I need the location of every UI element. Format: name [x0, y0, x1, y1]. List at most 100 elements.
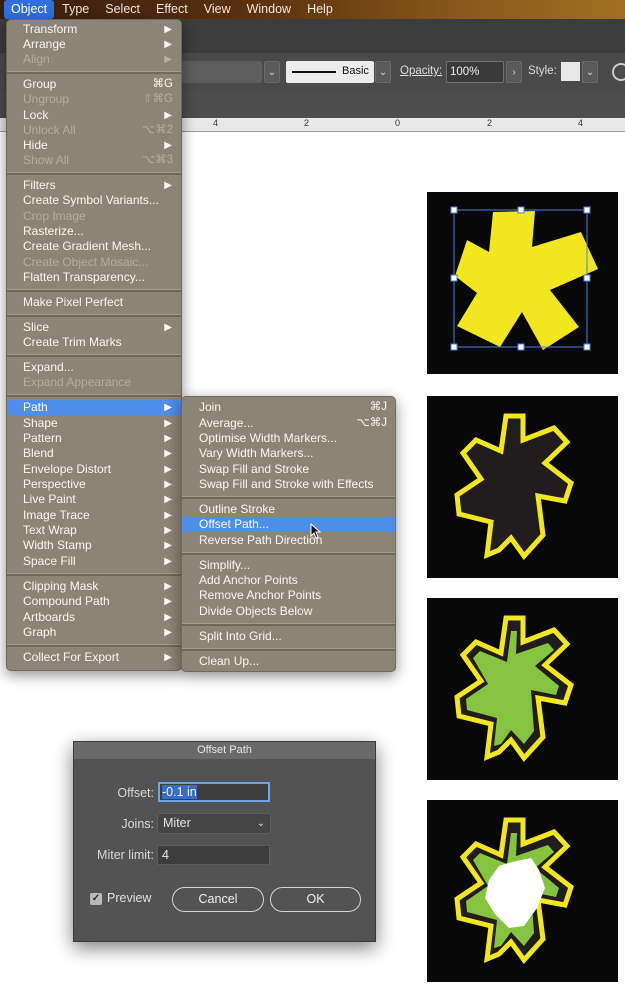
- menubar-help[interactable]: Help: [299, 0, 341, 19]
- menu-item-label: Rasterize...: [23, 224, 84, 238]
- menu-item-blend[interactable]: Blend ▶: [7, 446, 181, 461]
- submenu-arrow-icon: ▶: [164, 110, 172, 121]
- menu-item-vary-width-markers[interactable]: Vary Width Markers...: [182, 446, 395, 461]
- menu-item-compound-path[interactable]: Compound Path ▶: [7, 594, 181, 609]
- menu-item-label: Ungroup: [23, 92, 70, 106]
- preview-label[interactable]: Preview: [107, 891, 151, 905]
- menu-item-label: Unlock All: [23, 123, 76, 137]
- gear-artboard-result: [427, 800, 618, 982]
- menu-item-create-symbol-variants[interactable]: Create Symbol Variants...: [7, 193, 181, 208]
- menu-item-space-fill[interactable]: Space Fill ▶: [7, 554, 181, 569]
- path-submenu: Join ⌘J Average... ⌥⌘J Optimise Width Mark…: [181, 396, 396, 672]
- joins-select[interactable]: Miter ⌄: [157, 813, 271, 834]
- ok-button[interactable]: OK: [270, 887, 361, 912]
- menu-item-outline-stroke[interactable]: Outline Stroke: [182, 502, 395, 517]
- menu-item-optimise-width-markers[interactable]: Optimise Width Markers...: [182, 431, 395, 446]
- menu-item-label: Slice: [23, 320, 50, 334]
- menu-item-label: Show All: [23, 153, 70, 167]
- menu-item-hide[interactable]: Hide ▶: [7, 138, 181, 153]
- menu-item-text-wrap[interactable]: Text Wrap ▶: [7, 523, 181, 538]
- ruler-tick: 4: [213, 118, 219, 128]
- opacity-input[interactable]: 100%: [446, 61, 504, 83]
- menu-item-collect-for-export[interactable]: Collect For Export ▶: [7, 650, 181, 665]
- menu-item-clipping-mask[interactable]: Clipping Mask ▶: [7, 579, 181, 594]
- menu-separator: [7, 314, 181, 317]
- menu-item-add-anchor-points[interactable]: Add Anchor Points: [182, 573, 395, 588]
- menu-item-offset-path[interactable]: Offset Path...: [182, 517, 395, 532]
- menu-item-width-stamp[interactable]: Width Stamp ▶: [7, 538, 181, 553]
- menu-item-filters[interactable]: Filters ▶: [7, 178, 181, 193]
- menubar-select[interactable]: Select: [97, 0, 148, 19]
- menubar-type[interactable]: Type: [54, 0, 97, 19]
- offset-label: Offset:: [117, 786, 154, 800]
- menu-item-join[interactable]: Join ⌘J: [182, 400, 395, 415]
- stroke-weight-dropdown[interactable]: ⌄: [264, 61, 280, 83]
- menu-item-slice[interactable]: Slice ▶: [7, 320, 181, 335]
- menu-item-image-trace[interactable]: Image Trace ▶: [7, 508, 181, 523]
- menu-item-graph[interactable]: Graph ▶: [7, 625, 181, 640]
- menubar-view[interactable]: View: [196, 0, 239, 19]
- mouse-pointer-icon: [310, 523, 322, 539]
- shortcut-label: ⌥⌘J: [356, 417, 387, 429]
- style-dropdown[interactable]: ⌄: [582, 61, 598, 83]
- menu-item-align: Align ▶: [7, 52, 181, 67]
- menu-item-label: Width Stamp: [23, 538, 92, 552]
- menu-item-swap-fill-stroke[interactable]: Swap Fill and Stroke: [182, 462, 395, 477]
- menu-item-shape[interactable]: Shape ▶: [7, 416, 181, 431]
- offset-input[interactable]: -0.1 in: [158, 782, 270, 802]
- cancel-button[interactable]: Cancel: [172, 887, 264, 912]
- menu-item-remove-anchor-points[interactable]: Remove Anchor Points: [182, 588, 395, 603]
- menu-item-artboards[interactable]: Artboards ▶: [7, 610, 181, 625]
- menu-item-transform[interactable]: Transform ▶: [7, 22, 181, 37]
- submenu-arrow-icon: ▶: [164, 322, 172, 333]
- stroke-style-label: Basic: [342, 65, 369, 77]
- menubar-window[interactable]: Window: [239, 0, 299, 19]
- menu-item-envelope-distort[interactable]: Envelope Distort ▶: [7, 462, 181, 477]
- menu-item-split-into-grid[interactable]: Split Into Grid...: [182, 629, 395, 644]
- menu-item-clean-up[interactable]: Clean Up...: [182, 654, 395, 669]
- menubar-effect[interactable]: Effect: [148, 0, 196, 19]
- menu-item-pattern[interactable]: Pattern ▶: [7, 431, 181, 446]
- menu-item-label: Swap Fill and Stroke: [199, 462, 310, 476]
- gear-artboard-selected[interactable]: [427, 192, 618, 374]
- menu-item-simplify[interactable]: Simplify...: [182, 558, 395, 573]
- menu-item-label: Create Symbol Variants...: [23, 193, 159, 207]
- opacity-label[interactable]: Opacity:: [400, 65, 442, 77]
- menu-item-create-gradient-mesh[interactable]: Create Gradient Mesh...: [7, 239, 181, 254]
- stroke-style-dropdown[interactable]: ⌄: [375, 61, 391, 83]
- menu-item-path[interactable]: Path ▶: [7, 400, 181, 415]
- miter-limit-input[interactable]: 4: [157, 845, 270, 865]
- menu-item-rasterize[interactable]: Rasterize...: [7, 224, 181, 239]
- yellow-gear-shape[interactable]: [455, 211, 598, 350]
- menu-separator: [182, 552, 395, 555]
- preview-checkbox[interactable]: ✓: [90, 893, 102, 905]
- menu-item-expand[interactable]: Expand...: [7, 360, 181, 375]
- menu-item-lock[interactable]: Lock ▶: [7, 108, 181, 123]
- globe-icon[interactable]: [612, 63, 625, 81]
- ruler-tick: 0: [395, 118, 401, 128]
- menubar-object[interactable]: Object: [4, 0, 55, 19]
- menu-separator: [7, 71, 181, 74]
- menu-item-average[interactable]: Average... ⌥⌘J: [182, 416, 395, 431]
- menu-item-label: Align: [23, 52, 50, 66]
- stroke-style-picker[interactable]: Basic: [286, 61, 374, 83]
- menu-item-flatten-transparency[interactable]: Flatten Transparency...: [7, 270, 181, 285]
- shortcut-label: ⌘G: [152, 78, 173, 90]
- menu-item-divide-objects-below[interactable]: Divide Objects Below: [182, 604, 395, 619]
- submenu-arrow-icon: ▶: [164, 612, 172, 623]
- menu-item-label: Shape: [23, 416, 58, 430]
- menu-item-swap-fill-stroke-effects[interactable]: Swap Fill and Stroke with Effects: [182, 477, 395, 492]
- menu-item-live-paint[interactable]: Live Paint ▶: [7, 492, 181, 507]
- menu-item-perspective[interactable]: Perspective ▶: [7, 477, 181, 492]
- style-swatch[interactable]: [561, 62, 580, 81]
- menu-item-make-pixel-perfect[interactable]: Make Pixel Perfect: [7, 295, 181, 310]
- gear-outline-shape[interactable]: [454, 413, 574, 560]
- menu-item-arrange[interactable]: Arrange ▶: [7, 37, 181, 52]
- shortcut-label: ⇧⌘G: [142, 93, 173, 105]
- menu-separator: [182, 496, 395, 499]
- menu-item-reverse-path-direction[interactable]: Reverse Path Direction: [182, 533, 395, 548]
- stroke-weight-field[interactable]: [178, 61, 262, 83]
- menu-item-group[interactable]: Group ⌘G: [7, 77, 181, 92]
- menu-item-create-trim-marks[interactable]: Create Trim Marks: [7, 335, 181, 350]
- opacity-arrow[interactable]: ›: [506, 61, 522, 83]
